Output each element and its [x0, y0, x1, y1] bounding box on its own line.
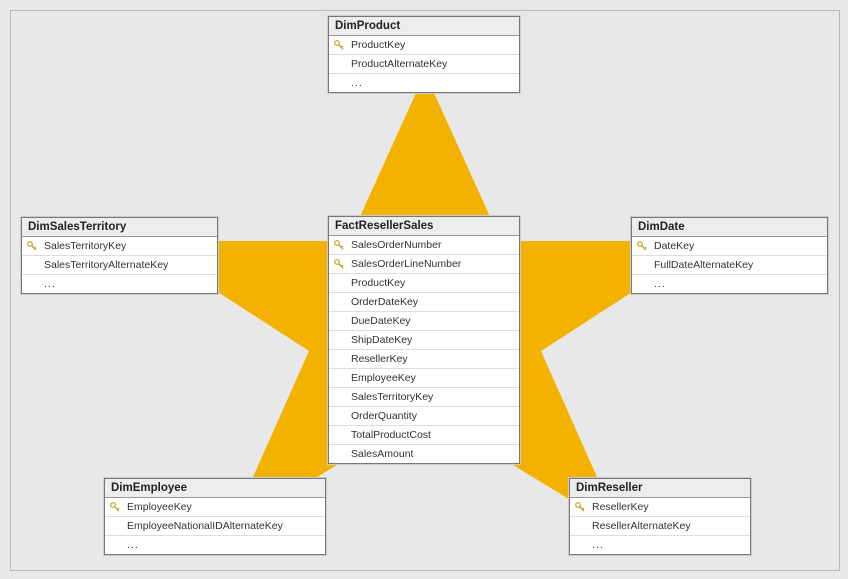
column-name: DueDateKey [347, 315, 411, 327]
table-row[interactable]: DueDateKey [329, 311, 519, 330]
column-name: ProductKey [347, 277, 405, 289]
column-name: EmployeeKey [347, 372, 416, 384]
table-row-ellipsis[interactable]: ... [105, 535, 325, 554]
column-ellipsis: ... [650, 278, 666, 290]
column-name: EmployeeNationalIDAlternateKey [123, 520, 283, 532]
table-row[interactable]: TotalProductCost [329, 425, 519, 444]
key-icon [24, 241, 40, 251]
column-name: DateKey [650, 240, 694, 252]
key-icon [331, 40, 347, 50]
column-name: ResellerKey [347, 353, 408, 365]
column-ellipsis: ... [123, 539, 139, 551]
column-name: OrderQuantity [347, 410, 417, 422]
table-row[interactable]: OrderQuantity [329, 406, 519, 425]
table-row[interactable]: FullDateAlternateKey [632, 255, 827, 274]
key-icon [572, 502, 588, 512]
column-name: FullDateAlternateKey [650, 259, 753, 271]
table-FactResellerSales[interactable]: FactResellerSales SalesOrderNumber Sales… [328, 216, 520, 464]
column-name: OrderDateKey [347, 296, 418, 308]
column-name: TotalProductCost [347, 429, 431, 441]
table-DimReseller[interactable]: DimReseller ResellerKey ResellerAlternat… [569, 478, 751, 555]
table-row-ellipsis[interactable]: ... [632, 274, 827, 293]
table-title: DimReseller [570, 479, 750, 498]
table-row[interactable]: ProductAlternateKey [329, 54, 519, 73]
column-name: SalesAmount [347, 448, 413, 460]
table-row[interactable]: ResellerAlternateKey [570, 516, 750, 535]
table-DimProduct[interactable]: DimProduct ProductKey ProductAlternateKe… [328, 16, 520, 93]
table-row[interactable]: ProductKey [329, 273, 519, 292]
table-row[interactable]: ResellerKey [329, 349, 519, 368]
table-row[interactable]: SalesOrderNumber [329, 236, 519, 254]
column-name: ResellerKey [588, 501, 649, 513]
table-row[interactable]: EmployeeKey [329, 368, 519, 387]
column-name: ProductKey [347, 39, 405, 51]
column-name: SalesTerritoryKey [347, 391, 433, 403]
table-title: DimSalesTerritory [22, 218, 217, 237]
key-icon [107, 502, 123, 512]
table-row[interactable]: OrderDateKey [329, 292, 519, 311]
column-name: EmployeeKey [123, 501, 192, 513]
table-DimSalesTerritory[interactable]: DimSalesTerritory SalesTerritoryKey Sale… [21, 217, 218, 294]
column-name: ShipDateKey [347, 334, 412, 346]
table-title: FactResellerSales [329, 217, 519, 236]
table-row-ellipsis[interactable]: ... [570, 535, 750, 554]
table-DimDate[interactable]: DimDate DateKey FullDateAlternateKey ... [631, 217, 828, 294]
table-row[interactable]: SalesTerritoryAlternateKey [22, 255, 217, 274]
column-name: ResellerAlternateKey [588, 520, 691, 532]
key-icon [331, 259, 347, 269]
column-name: ProductAlternateKey [347, 58, 447, 70]
table-title: DimDate [632, 218, 827, 237]
table-row[interactable]: SalesTerritoryKey [329, 387, 519, 406]
table-row[interactable]: DateKey [632, 237, 827, 255]
column-ellipsis: ... [588, 539, 604, 551]
table-row-ellipsis[interactable]: ... [329, 73, 519, 92]
diagram-canvas: DimProduct ProductKey ProductAlternateKe… [10, 10, 840, 571]
table-row[interactable]: ResellerKey [570, 498, 750, 516]
column-name: SalesTerritoryAlternateKey [40, 259, 168, 271]
key-icon [331, 240, 347, 250]
table-title: DimEmployee [105, 479, 325, 498]
table-row[interactable]: SalesAmount [329, 444, 519, 463]
key-icon [634, 241, 650, 251]
column-name: SalesTerritoryKey [40, 240, 126, 252]
table-row[interactable]: ShipDateKey [329, 330, 519, 349]
table-row[interactable]: SalesTerritoryKey [22, 237, 217, 255]
table-row[interactable]: ProductKey [329, 36, 519, 54]
table-row[interactable]: SalesOrderLineNumber [329, 254, 519, 273]
column-name: SalesOrderNumber [347, 239, 441, 251]
column-ellipsis: ... [347, 77, 363, 89]
table-row-ellipsis[interactable]: ... [22, 274, 217, 293]
table-title: DimProduct [329, 17, 519, 36]
table-DimEmployee[interactable]: DimEmployee EmployeeKey EmployeeNational… [104, 478, 326, 555]
column-name: SalesOrderLineNumber [347, 258, 461, 270]
column-ellipsis: ... [40, 278, 56, 290]
table-row[interactable]: EmployeeKey [105, 498, 325, 516]
table-row[interactable]: EmployeeNationalIDAlternateKey [105, 516, 325, 535]
